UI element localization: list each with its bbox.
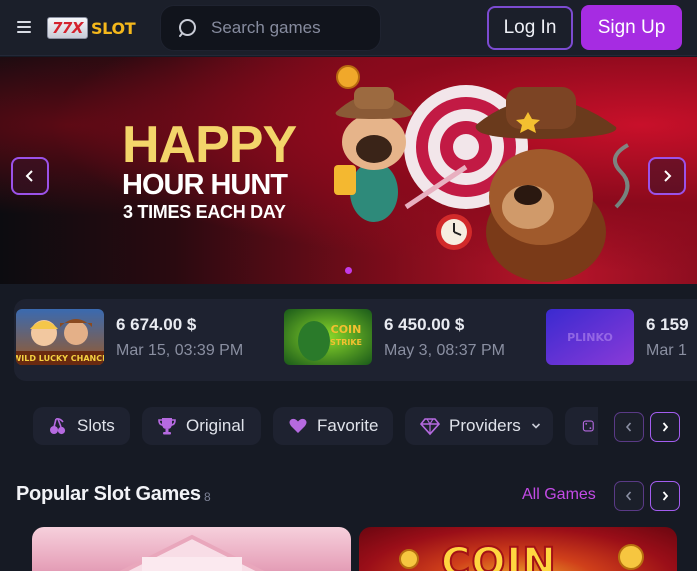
svg-text:PLINKO: PLINKO bbox=[567, 331, 613, 344]
cowboy-characters-illustration bbox=[334, 65, 630, 282]
recent-win-item[interactable]: WILD LUCKY CHANCE 6 674.00 $ Mar 15, 03:… bbox=[16, 309, 243, 365]
game-thumbnail: COIN STRIKE bbox=[284, 309, 372, 365]
svg-text:COIN: COIN bbox=[331, 323, 362, 336]
category-label: Original bbox=[186, 416, 245, 435]
search-bar[interactable] bbox=[160, 5, 381, 51]
logo-text: SLOT bbox=[90, 18, 136, 38]
game-title: COIN bbox=[440, 539, 557, 571]
game-card[interactable]: COIN bbox=[359, 527, 677, 571]
login-button[interactable]: Log In bbox=[487, 6, 573, 50]
category-providers-dropdown[interactable]: Providers bbox=[405, 407, 553, 445]
game-thumbnail: PLINKO bbox=[546, 309, 634, 365]
recent-wins-strip: WILD LUCKY CHANCE 6 674.00 $ Mar 15, 03:… bbox=[14, 299, 697, 381]
hamburger-menu-icon[interactable] bbox=[17, 21, 31, 33]
banner-title: HAPPY bbox=[122, 116, 297, 174]
win-date: Mar 15, 03:39 PM bbox=[116, 341, 244, 359]
search-icon bbox=[178, 18, 198, 38]
diamond-icon bbox=[420, 416, 440, 436]
game-thumbnail: WILD LUCKY CHANCE bbox=[16, 309, 104, 365]
chevron-left-icon bbox=[25, 170, 33, 182]
banner-next-button[interactable] bbox=[648, 157, 686, 195]
banner-pagination-dot[interactable] bbox=[345, 267, 352, 274]
top-header: 77X SLOT Log In Sign Up bbox=[0, 0, 697, 56]
chevron-right-icon bbox=[662, 491, 669, 501]
promo-banner[interactable]: HAPPY HOUR HUNT 3 TIMES EACH DAY bbox=[0, 57, 697, 284]
banner-prev-button[interactable] bbox=[11, 157, 49, 195]
banner-subtitle: HOUR HUNT bbox=[122, 169, 288, 201]
games-prev-button[interactable] bbox=[614, 481, 644, 511]
all-games-link[interactable]: All Games bbox=[522, 486, 596, 504]
chevron-right-icon bbox=[662, 422, 669, 432]
thumbnail-title: WILD LUCKY CHANCE bbox=[16, 354, 104, 363]
chevron-left-icon bbox=[625, 491, 632, 501]
banner-tagline: 3 TIMES EACH DAY bbox=[123, 202, 286, 222]
category-more[interactable] bbox=[565, 407, 598, 445]
category-label: Favorite bbox=[317, 416, 379, 435]
cherries-icon bbox=[48, 416, 68, 436]
chevron-right-icon bbox=[664, 170, 672, 182]
trophy-icon bbox=[157, 416, 177, 436]
games-next-button[interactable] bbox=[650, 481, 680, 511]
search-input[interactable] bbox=[211, 18, 371, 38]
svg-text:STRIKE: STRIKE bbox=[330, 338, 362, 347]
section-title: Popular Slot Games bbox=[16, 483, 201, 505]
recent-win-item[interactable]: COIN STRIKE 6 450.00 $ May 3, 08:37 PM bbox=[284, 309, 505, 365]
site-logo[interactable]: 77X SLOT bbox=[47, 16, 136, 40]
chevron-left-icon bbox=[625, 422, 632, 432]
win-amount: 6 159 bbox=[646, 314, 689, 334]
game-card[interactable] bbox=[32, 527, 351, 571]
category-original[interactable]: Original bbox=[142, 407, 261, 445]
category-label: Slots bbox=[77, 416, 115, 435]
section-count-badge: 8 bbox=[204, 490, 211, 504]
categories-prev-button[interactable] bbox=[614, 412, 644, 442]
chevron-down-icon bbox=[531, 422, 541, 430]
category-slots[interactable]: Slots bbox=[33, 407, 130, 445]
recent-win-item[interactable]: PLINKO 6 159 Mar 1 bbox=[546, 309, 689, 365]
dice-icon bbox=[582, 416, 596, 436]
game-card-art bbox=[119, 534, 265, 571]
win-amount: 6 450.00 $ bbox=[384, 314, 465, 334]
categories-next-button[interactable] bbox=[650, 412, 680, 442]
heart-icon bbox=[288, 416, 308, 436]
win-amount: 6 674.00 $ bbox=[116, 314, 197, 334]
win-date: May 3, 08:37 PM bbox=[384, 341, 505, 359]
logo-number: 77X bbox=[47, 17, 88, 39]
win-date: Mar 1 bbox=[646, 341, 687, 359]
category-favorite[interactable]: Favorite bbox=[273, 407, 393, 445]
signup-button[interactable]: Sign Up bbox=[581, 5, 682, 50]
category-label: Providers bbox=[449, 416, 521, 435]
page: 77X SLOT Log In Sign Up HAPPY HOUR HUNT … bbox=[0, 0, 697, 571]
